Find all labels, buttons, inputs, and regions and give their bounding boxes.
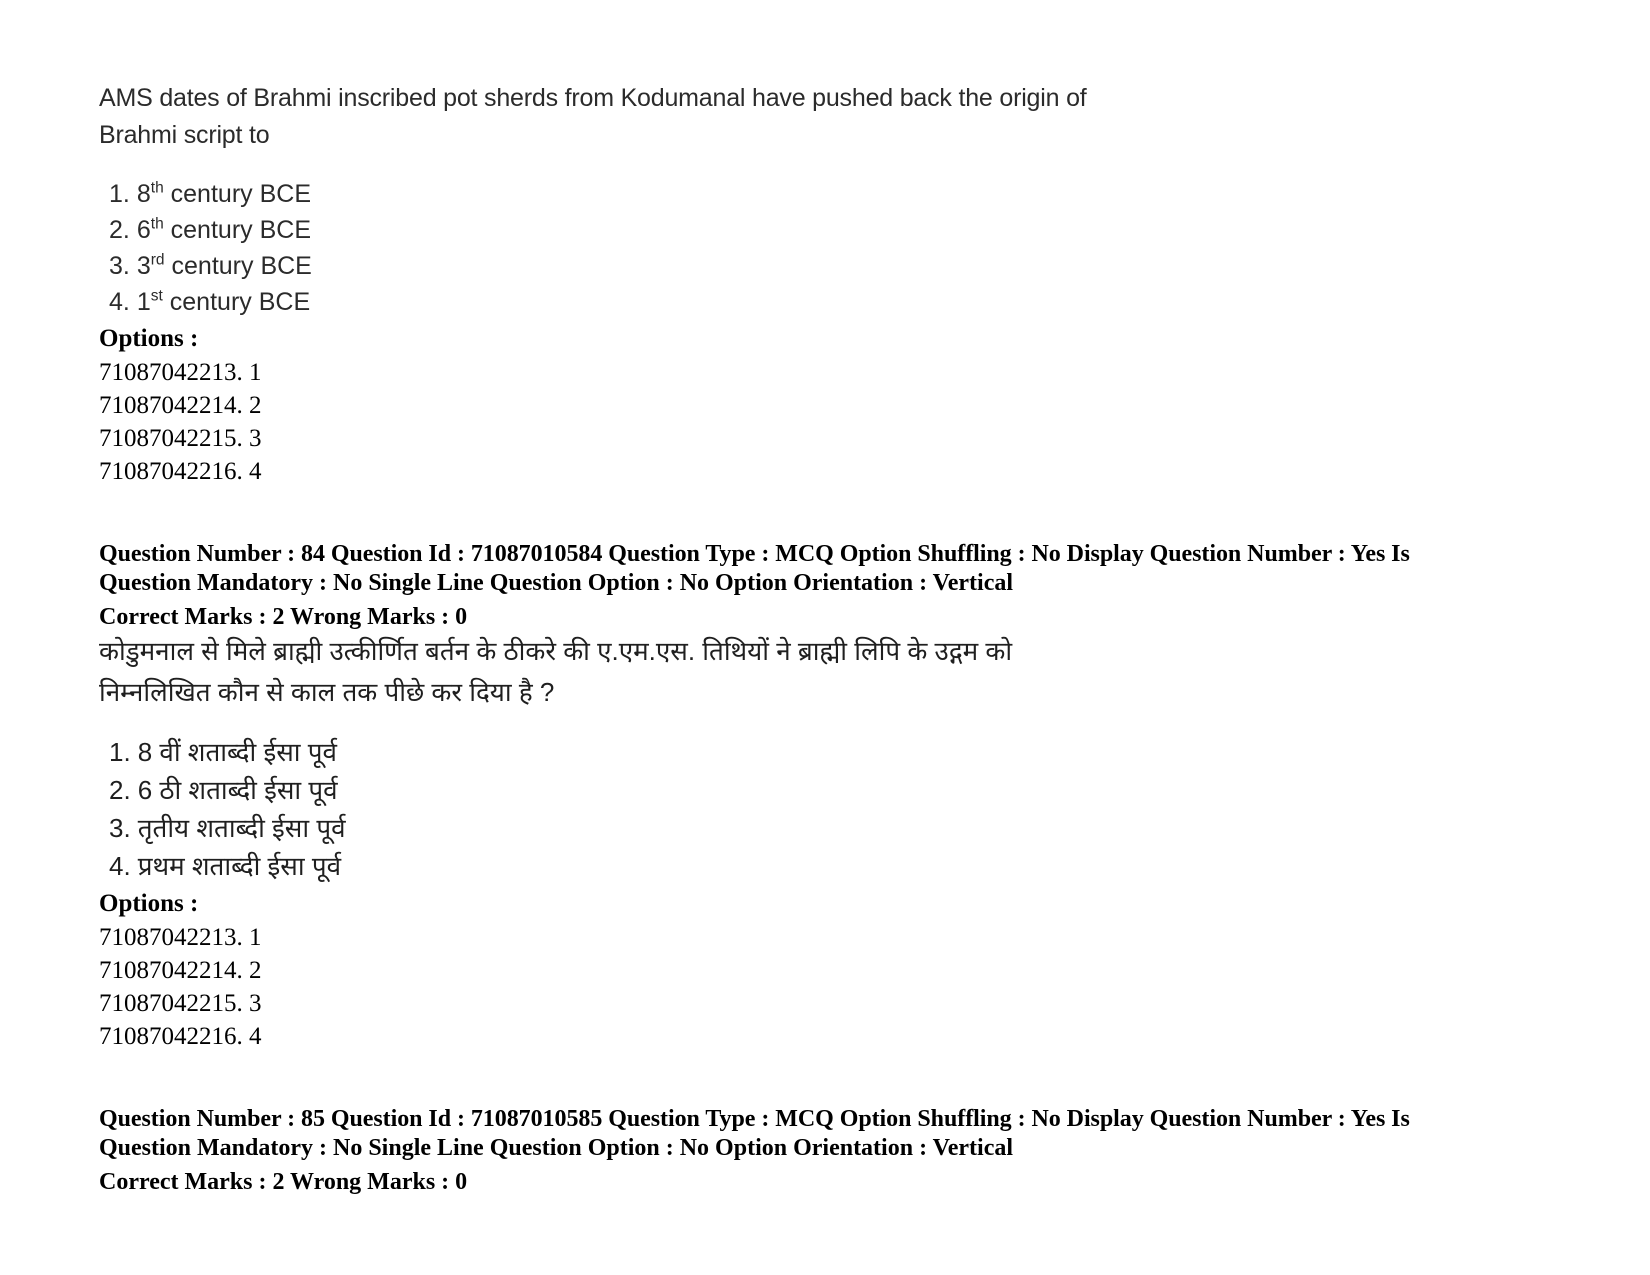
choice-item[interactable]: 4. 1st century BCE [109,284,1519,320]
choice-item[interactable]: 1. 8 वीं शताब्दी ईसा पूर्व [109,733,1519,771]
question-stem-english: AMS dates of Brahmi inscribed pot sherds… [99,80,1519,154]
choice-ordinal-suffix: st [150,287,163,305]
option-id-row: 71087042213. 1 [99,924,262,951]
choice-text: 3rd century BCE [136,251,312,280]
choice-text: 8 वीं शताब्दी ईसा पूर्व [137,737,337,767]
choice-text: 6th century BCE [136,215,311,244]
options-label-hindi: Options : [99,890,199,917]
choice-marker: 1. [109,180,130,208]
question-stem-english-line2: Brahmi script to [99,121,270,149]
choice-marker: 4. [109,851,131,881]
metadata-line-2: Question Mandatory : No Single Line Ques… [99,570,1014,596]
question-stem-hindi-line1: कोडुमनाल से मिले ब्राह्मी उत्कीर्णित बर्… [99,636,1013,666]
question-stem-hindi: कोडुमनाल से मिले ब्राह्मी उत्कीर्णित बर्… [99,631,1519,713]
question-metadata-85: Question Number : 85 Question Id : 71087… [99,1105,1519,1196]
choice-ordinal-suffix: th [150,215,164,233]
options-label-english: Options : [99,325,199,352]
choice-marker: 3. [109,252,130,280]
option-id-row: 71087042214. 2 [99,392,262,419]
choice-ordinal-suffix: rd [150,251,165,269]
metadata-line-1: Question Number : 85 Question Id : 71087… [99,1106,1410,1132]
option-id-list-hindi: 71087042213. 1 71087042214. 2 7108704221… [99,921,1519,1053]
metadata-marks: Correct Marks : 2 Wrong Marks : 0 [99,1169,468,1195]
choice-list-english: 1. 8th century BCE 2. 6th century BCE 3.… [99,176,1519,320]
choice-marker: 2. [109,216,130,244]
choice-text: प्रथम शताब्दी ईसा पूर्व [137,851,342,881]
question-stem-hindi-line2: निम्नलिखित कौन से काल तक पीछे कर दिया है… [99,677,555,707]
option-id-list-english: 71087042213. 1 71087042214. 2 7108704221… [99,356,1519,488]
choice-item[interactable]: 3. तृतीय शताब्दी ईसा पूर्व [109,809,1519,847]
choice-text: तृतीय शताब्दी ईसा पूर्व [137,813,346,843]
option-id-row: 71087042215. 3 [99,990,262,1017]
choice-marker: 1. [109,737,131,767]
option-id-row: 71087042215. 3 [99,425,262,452]
choice-text: 8th century BCE [136,179,311,208]
option-id-row: 71087042213. 1 [99,359,262,386]
question-stem-english-line1: AMS dates of Brahmi inscribed pot sherds… [99,84,1087,112]
page-content: AMS dates of Brahmi inscribed pot sherds… [99,80,1519,1196]
choice-marker: 4. [109,288,130,316]
option-id-row: 71087042216. 4 [99,1023,262,1050]
choice-item[interactable]: 2. 6th century BCE [109,212,1519,248]
choice-item[interactable]: 3. 3rd century BCE [109,248,1519,284]
metadata-line-2: Question Mandatory : No Single Line Ques… [99,1135,1014,1161]
question-metadata-84: Question Number : 84 Question Id : 71087… [99,540,1519,631]
metadata-line-1: Question Number : 84 Question Id : 71087… [99,541,1410,567]
metadata-marks: Correct Marks : 2 Wrong Marks : 0 [99,604,468,630]
choice-ordinal-suffix: th [150,179,164,197]
choice-marker: 3. [109,813,131,843]
choice-item[interactable]: 2. 6 ठी शताब्दी ईसा पूर्व [109,771,1519,809]
option-id-row: 71087042214. 2 [99,957,262,984]
choice-list-hindi: 1. 8 वीं शताब्दी ईसा पूर्व 2. 6 ठी शताब्… [99,733,1519,885]
document-page: AMS dates of Brahmi inscribed pot sherds… [0,0,1650,1275]
choice-text: 6 ठी शताब्दी ईसा पूर्व [137,775,338,805]
choice-item[interactable]: 4. प्रथम शताब्दी ईसा पूर्व [109,847,1519,885]
choice-text: 1st century BCE [136,287,311,316]
option-id-row: 71087042216. 4 [99,458,262,485]
choice-marker: 2. [109,775,131,805]
choice-item[interactable]: 1. 8th century BCE [109,176,1519,212]
